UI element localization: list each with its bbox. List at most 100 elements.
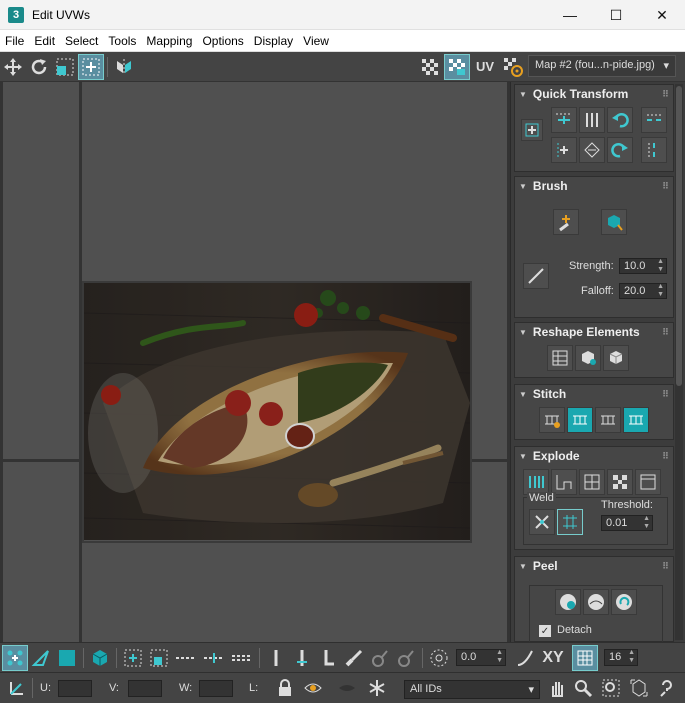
- stitch-to-source-button[interactable]: [623, 407, 649, 433]
- grow-ring-button[interactable]: [289, 645, 315, 671]
- rollout-header[interactable]: ▼ Stitch ⠿: [515, 385, 673, 403]
- menu-select[interactable]: Select: [60, 34, 103, 48]
- straighten-selection-button[interactable]: [547, 345, 573, 371]
- shrink-loop-button[interactable]: [228, 645, 256, 671]
- shrink-brush-button[interactable]: [393, 645, 419, 671]
- toolbar-separator: [83, 647, 84, 668]
- zoom-region-button[interactable]: [598, 675, 624, 701]
- texture-settings-button[interactable]: [500, 54, 526, 80]
- face-mode-button[interactable]: [54, 645, 80, 671]
- snap-count-spinner[interactable]: 16 ▲ ▼: [604, 649, 638, 666]
- align-left-button[interactable]: [551, 137, 577, 163]
- relax-until-flat-button[interactable]: [575, 345, 601, 371]
- rotate-tool-button[interactable]: [26, 54, 52, 80]
- show-hidden-button[interactable]: [300, 675, 326, 701]
- uv-editor-viewport[interactable]: [0, 82, 510, 642]
- explode-checker-button[interactable]: [607, 469, 633, 495]
- rollout-header[interactable]: ▼ Explode ⠿: [515, 447, 673, 465]
- rollout-header[interactable]: ▼ Brush ⠿: [515, 177, 673, 195]
- freeform-tool-button[interactable]: [78, 53, 104, 80]
- shrink-selection-button[interactable]: [146, 645, 172, 671]
- falloff-curve-button[interactable]: [512, 645, 538, 671]
- edge-ring-button[interactable]: [263, 645, 289, 671]
- freeze-button[interactable]: [364, 675, 390, 701]
- stitch-to-target-button[interactable]: [567, 407, 593, 433]
- grow-loop-button[interactable]: [200, 645, 228, 671]
- rotate-ccw-button[interactable]: [607, 107, 633, 133]
- xy-space-button[interactable]: XY: [538, 645, 568, 671]
- edge-mode-button[interactable]: [28, 645, 54, 671]
- detach-checkbox[interactable]: ✓: [539, 625, 551, 637]
- paint-move-button[interactable]: [553, 209, 579, 235]
- menu-tools[interactable]: Tools: [103, 34, 141, 48]
- texture-map-dropdown[interactable]: Map #2 (fou...n-pide.jpg) ▾: [528, 55, 676, 77]
- magnifier-icon: [575, 680, 593, 698]
- u-coordinate-field[interactable]: [58, 680, 92, 697]
- vertex-mode-button[interactable]: [2, 644, 28, 671]
- element-mode-button[interactable]: [87, 645, 113, 671]
- close-button[interactable]: ✕: [639, 0, 685, 30]
- paint-select-button[interactable]: [341, 645, 367, 671]
- rollout-header[interactable]: ▼ Quick Transform ⠿: [515, 85, 673, 103]
- rotate-cw-button[interactable]: [607, 137, 633, 163]
- relax-button[interactable]: [603, 345, 629, 371]
- peel-mode-button[interactable]: [583, 589, 609, 615]
- menu-display[interactable]: Display: [249, 34, 298, 48]
- menu-options[interactable]: Options: [197, 34, 248, 48]
- scrollbar-thumb[interactable]: [676, 86, 682, 386]
- zoom-extents-button[interactable]: [626, 675, 652, 701]
- brush-falloff-button[interactable]: [523, 263, 549, 289]
- w-coordinate-field[interactable]: [199, 680, 233, 697]
- uv-axis-button[interactable]: UV: [472, 54, 498, 80]
- enlarge-brush-button[interactable]: [367, 645, 393, 671]
- mirror-tool-button[interactable]: [111, 54, 137, 80]
- split-grid-button[interactable]: [579, 469, 605, 495]
- rollout-header[interactable]: ▼ Reshape Elements ⠿: [515, 323, 673, 341]
- minimize-button[interactable]: —: [547, 0, 593, 30]
- absolute-relative-button[interactable]: [4, 675, 30, 701]
- pixel-snap-button[interactable]: [572, 644, 598, 671]
- stitch-average-button[interactable]: [595, 407, 621, 433]
- v-coordinate-field[interactable]: [128, 680, 162, 697]
- grow-selection-button[interactable]: [120, 645, 146, 671]
- scale-tool-button[interactable]: [52, 54, 78, 80]
- soft-selection-button[interactable]: [426, 645, 452, 671]
- weld-target-button[interactable]: [557, 509, 583, 535]
- material-id-dropdown[interactable]: All IDs ▾: [404, 680, 540, 699]
- falloff-spinner[interactable]: 20.0 ▲ ▼: [619, 283, 667, 299]
- pan-button[interactable]: [544, 675, 570, 701]
- menu-edit[interactable]: Edit: [29, 34, 60, 48]
- stitch-custom-button[interactable]: [539, 407, 565, 433]
- zoom-button[interactable]: [570, 675, 596, 701]
- align-horizontal-button[interactable]: [551, 107, 577, 133]
- lock-selection-button[interactable]: [272, 675, 298, 701]
- threshold-spinner[interactable]: 0.01 ▲ ▼: [601, 515, 653, 531]
- reset-peel-button[interactable]: [611, 589, 637, 615]
- show-map-button[interactable]: [444, 53, 470, 80]
- flatten-frame-button[interactable]: [635, 469, 661, 495]
- align-vertical-button[interactable]: [579, 107, 605, 133]
- help-button[interactable]: [654, 675, 680, 701]
- relax-brush-button[interactable]: [601, 209, 627, 235]
- maximize-button[interactable]: ☐: [593, 0, 639, 30]
- strength-spinner[interactable]: 10.0 ▲ ▼: [619, 258, 667, 274]
- menu-mapping[interactable]: Mapping: [141, 34, 197, 48]
- quick-peel-button[interactable]: [555, 589, 581, 615]
- shrink-loop-icon: [232, 654, 252, 661]
- rotate-angle-spinner[interactable]: 0.0 ▲ ▼: [456, 649, 506, 666]
- straighten-button[interactable]: [579, 137, 605, 163]
- menu-view[interactable]: View: [298, 34, 334, 48]
- hide-selected-button[interactable]: [334, 675, 360, 701]
- align-center-button[interactable]: [521, 119, 543, 141]
- space-vertical-button[interactable]: [641, 137, 667, 163]
- weld-selected-button[interactable]: [529, 509, 555, 535]
- edge-loop-button[interactable]: [172, 645, 200, 671]
- rollout-header[interactable]: ▼ Peel ⠿: [515, 557, 673, 575]
- move-tool-button[interactable]: [0, 54, 26, 80]
- panel-scrollbar[interactable]: [675, 84, 683, 640]
- checker-pattern-button[interactable]: [417, 54, 443, 80]
- falloff-curve-icon: [517, 650, 533, 666]
- menu-file[interactable]: File: [0, 34, 29, 48]
- space-horizontal-button[interactable]: [641, 107, 667, 133]
- shrink-ring-button[interactable]: [315, 645, 341, 671]
